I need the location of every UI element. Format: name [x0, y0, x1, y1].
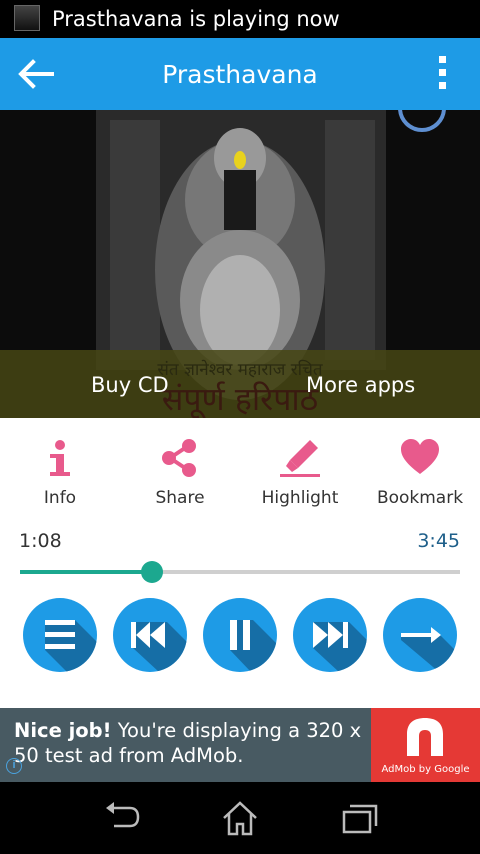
- skip-previous-icon: [131, 622, 187, 672]
- playlist-button[interactable]: [23, 598, 97, 672]
- info-button[interactable]: Info: [0, 438, 120, 508]
- highlighter-pen-icon: [280, 440, 320, 477]
- heart-icon: [401, 439, 439, 474]
- seek-bar[interactable]: [20, 561, 460, 583]
- more-apps-button[interactable]: More apps: [306, 373, 415, 397]
- share-icon: [162, 439, 196, 477]
- album-art-thumbnail-icon: [14, 5, 40, 31]
- pause-button[interactable]: [203, 598, 277, 672]
- banner-text-line1: संत ज्ञानेश्वर महाराज रचित: [157, 359, 322, 380]
- nav-home-icon[interactable]: [218, 798, 262, 838]
- admob-logo: AdMob by Google: [371, 708, 480, 782]
- share-button[interactable]: Share: [120, 438, 240, 508]
- ad-banner[interactable]: Nice job! You're displaying a 320 x 50 t…: [0, 708, 480, 782]
- album-art: संत ज्ञानेश्वर महाराज रचित संपूर्ण हरिपा…: [0, 110, 480, 418]
- playlist-icon: [45, 620, 97, 672]
- status-bar: Prasthavana is playing now: [0, 0, 480, 38]
- ad-headline: Nice job!: [14, 719, 112, 742]
- bookmark-label: Bookmark: [376, 488, 464, 508]
- admob-caption: AdMob by Google: [381, 764, 470, 775]
- total-time: 3:45: [417, 530, 460, 552]
- highlight-label: Highlight: [261, 488, 339, 508]
- skip-next-icon: [313, 622, 367, 672]
- next-button[interactable]: [293, 598, 367, 672]
- action-row: Info Share Highlight Bookmark: [0, 418, 480, 528]
- buy-cd-button[interactable]: Buy CD: [91, 373, 169, 397]
- info-icon: [50, 440, 70, 476]
- more-vert-icon[interactable]: [436, 56, 448, 96]
- share-label: Share: [155, 488, 205, 508]
- app-bar: Prasthavana: [0, 38, 480, 110]
- banner-text-line2: संपूर्ण हरिपाठ: [162, 380, 320, 418]
- seek-thumb[interactable]: [141, 561, 163, 583]
- bookmark-button[interactable]: Bookmark: [360, 438, 480, 508]
- forward-button[interactable]: [383, 598, 457, 672]
- pause-icon: [230, 620, 277, 672]
- previous-button[interactable]: [113, 598, 187, 672]
- ad-text: Nice job! You're displaying a 320 x 50 t…: [14, 718, 370, 768]
- notification-text: Prasthavana is playing now: [52, 7, 340, 31]
- page-title: Prasthavana: [162, 60, 318, 89]
- system-nav-bar: [0, 782, 480, 854]
- info-circle-icon[interactable]: i: [6, 758, 22, 774]
- seek-progress: [20, 570, 152, 574]
- nav-recents-icon[interactable]: [338, 798, 382, 838]
- admob-logo-icon: [407, 718, 443, 756]
- highlight-button[interactable]: Highlight: [240, 438, 360, 508]
- nav-back-icon[interactable]: [100, 798, 144, 838]
- current-time: 1:08: [19, 530, 62, 552]
- arrow-right-icon: [401, 627, 457, 672]
- info-label: Info: [43, 488, 77, 508]
